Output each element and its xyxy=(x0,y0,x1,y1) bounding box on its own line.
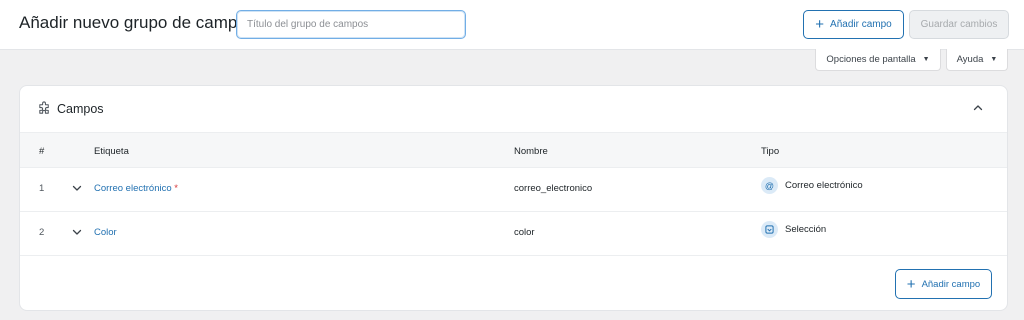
add-field-button-label: Añadir campo xyxy=(830,19,892,30)
save-changes-button[interactable]: Guardar cambios xyxy=(909,10,1009,39)
column-header-label: Etiqueta xyxy=(94,146,129,157)
help-label: Ayuda xyxy=(956,54,984,65)
caret-down-icon: ▼ xyxy=(990,56,998,63)
field-type: @ Correo electrónico xyxy=(761,177,863,194)
help-tab[interactable]: Ayuda ▼ xyxy=(946,49,1008,71)
field-type-label: Correo electrónico xyxy=(785,180,863,191)
column-header-num: # xyxy=(39,146,45,157)
field-name: color xyxy=(514,227,535,238)
field-type: Selección xyxy=(761,221,826,238)
chevron-down-icon[interactable] xyxy=(72,183,82,193)
panel-title: Campos xyxy=(57,102,104,116)
page-header: Añadir nuevo grupo de campos + Añadir ca… xyxy=(0,0,1024,50)
field-group-title-input[interactable] xyxy=(236,10,466,39)
field-label: Correo electrónico xyxy=(94,183,172,194)
add-field-button-bottom[interactable]: + Añadir campo xyxy=(895,269,992,299)
column-header-name: Nombre xyxy=(514,146,548,157)
field-name: correo_electronico xyxy=(514,183,593,194)
table-header: # Etiqueta Nombre Tipo xyxy=(20,132,1007,168)
add-field-button-label: Añadir campo xyxy=(921,278,981,290)
plus-icon: + xyxy=(815,16,825,33)
field-label: Color xyxy=(94,227,117,238)
save-changes-label: Guardar cambios xyxy=(920,19,998,30)
field-label-link[interactable]: Correo electrónico * xyxy=(94,183,178,194)
plus-icon: + xyxy=(906,275,916,293)
panel-header[interactable]: Campos xyxy=(20,86,1007,132)
page-title: Añadir nuevo grupo de campos xyxy=(19,13,256,32)
table-row[interactable]: 1 Correo electrónico * correo_electronic… xyxy=(20,168,1007,212)
at-icon: @ xyxy=(761,177,778,194)
screen-options-tab[interactable]: Opciones de pantalla ▼ xyxy=(815,49,941,71)
row-number: 2 xyxy=(39,227,45,238)
add-field-button[interactable]: + Añadir campo xyxy=(803,10,904,39)
screen-options-label: Opciones de pantalla xyxy=(826,54,916,65)
select-icon xyxy=(761,221,778,238)
chevron-down-icon[interactable] xyxy=(72,227,82,237)
puzzle-icon xyxy=(39,101,49,114)
row-number: 1 xyxy=(39,183,45,194)
field-type-label: Selección xyxy=(785,224,827,235)
field-label-link[interactable]: Color xyxy=(94,227,117,238)
chevron-up-icon[interactable] xyxy=(971,101,985,115)
table-row[interactable]: 2 Color color Selección xyxy=(20,212,1007,256)
fields-panel: Campos # Etiqueta Nombre Tipo 1 Correo e… xyxy=(19,85,1008,311)
required-marker: * xyxy=(174,183,178,194)
caret-down-icon: ▼ xyxy=(922,56,930,63)
column-header-type: Tipo xyxy=(761,146,780,157)
